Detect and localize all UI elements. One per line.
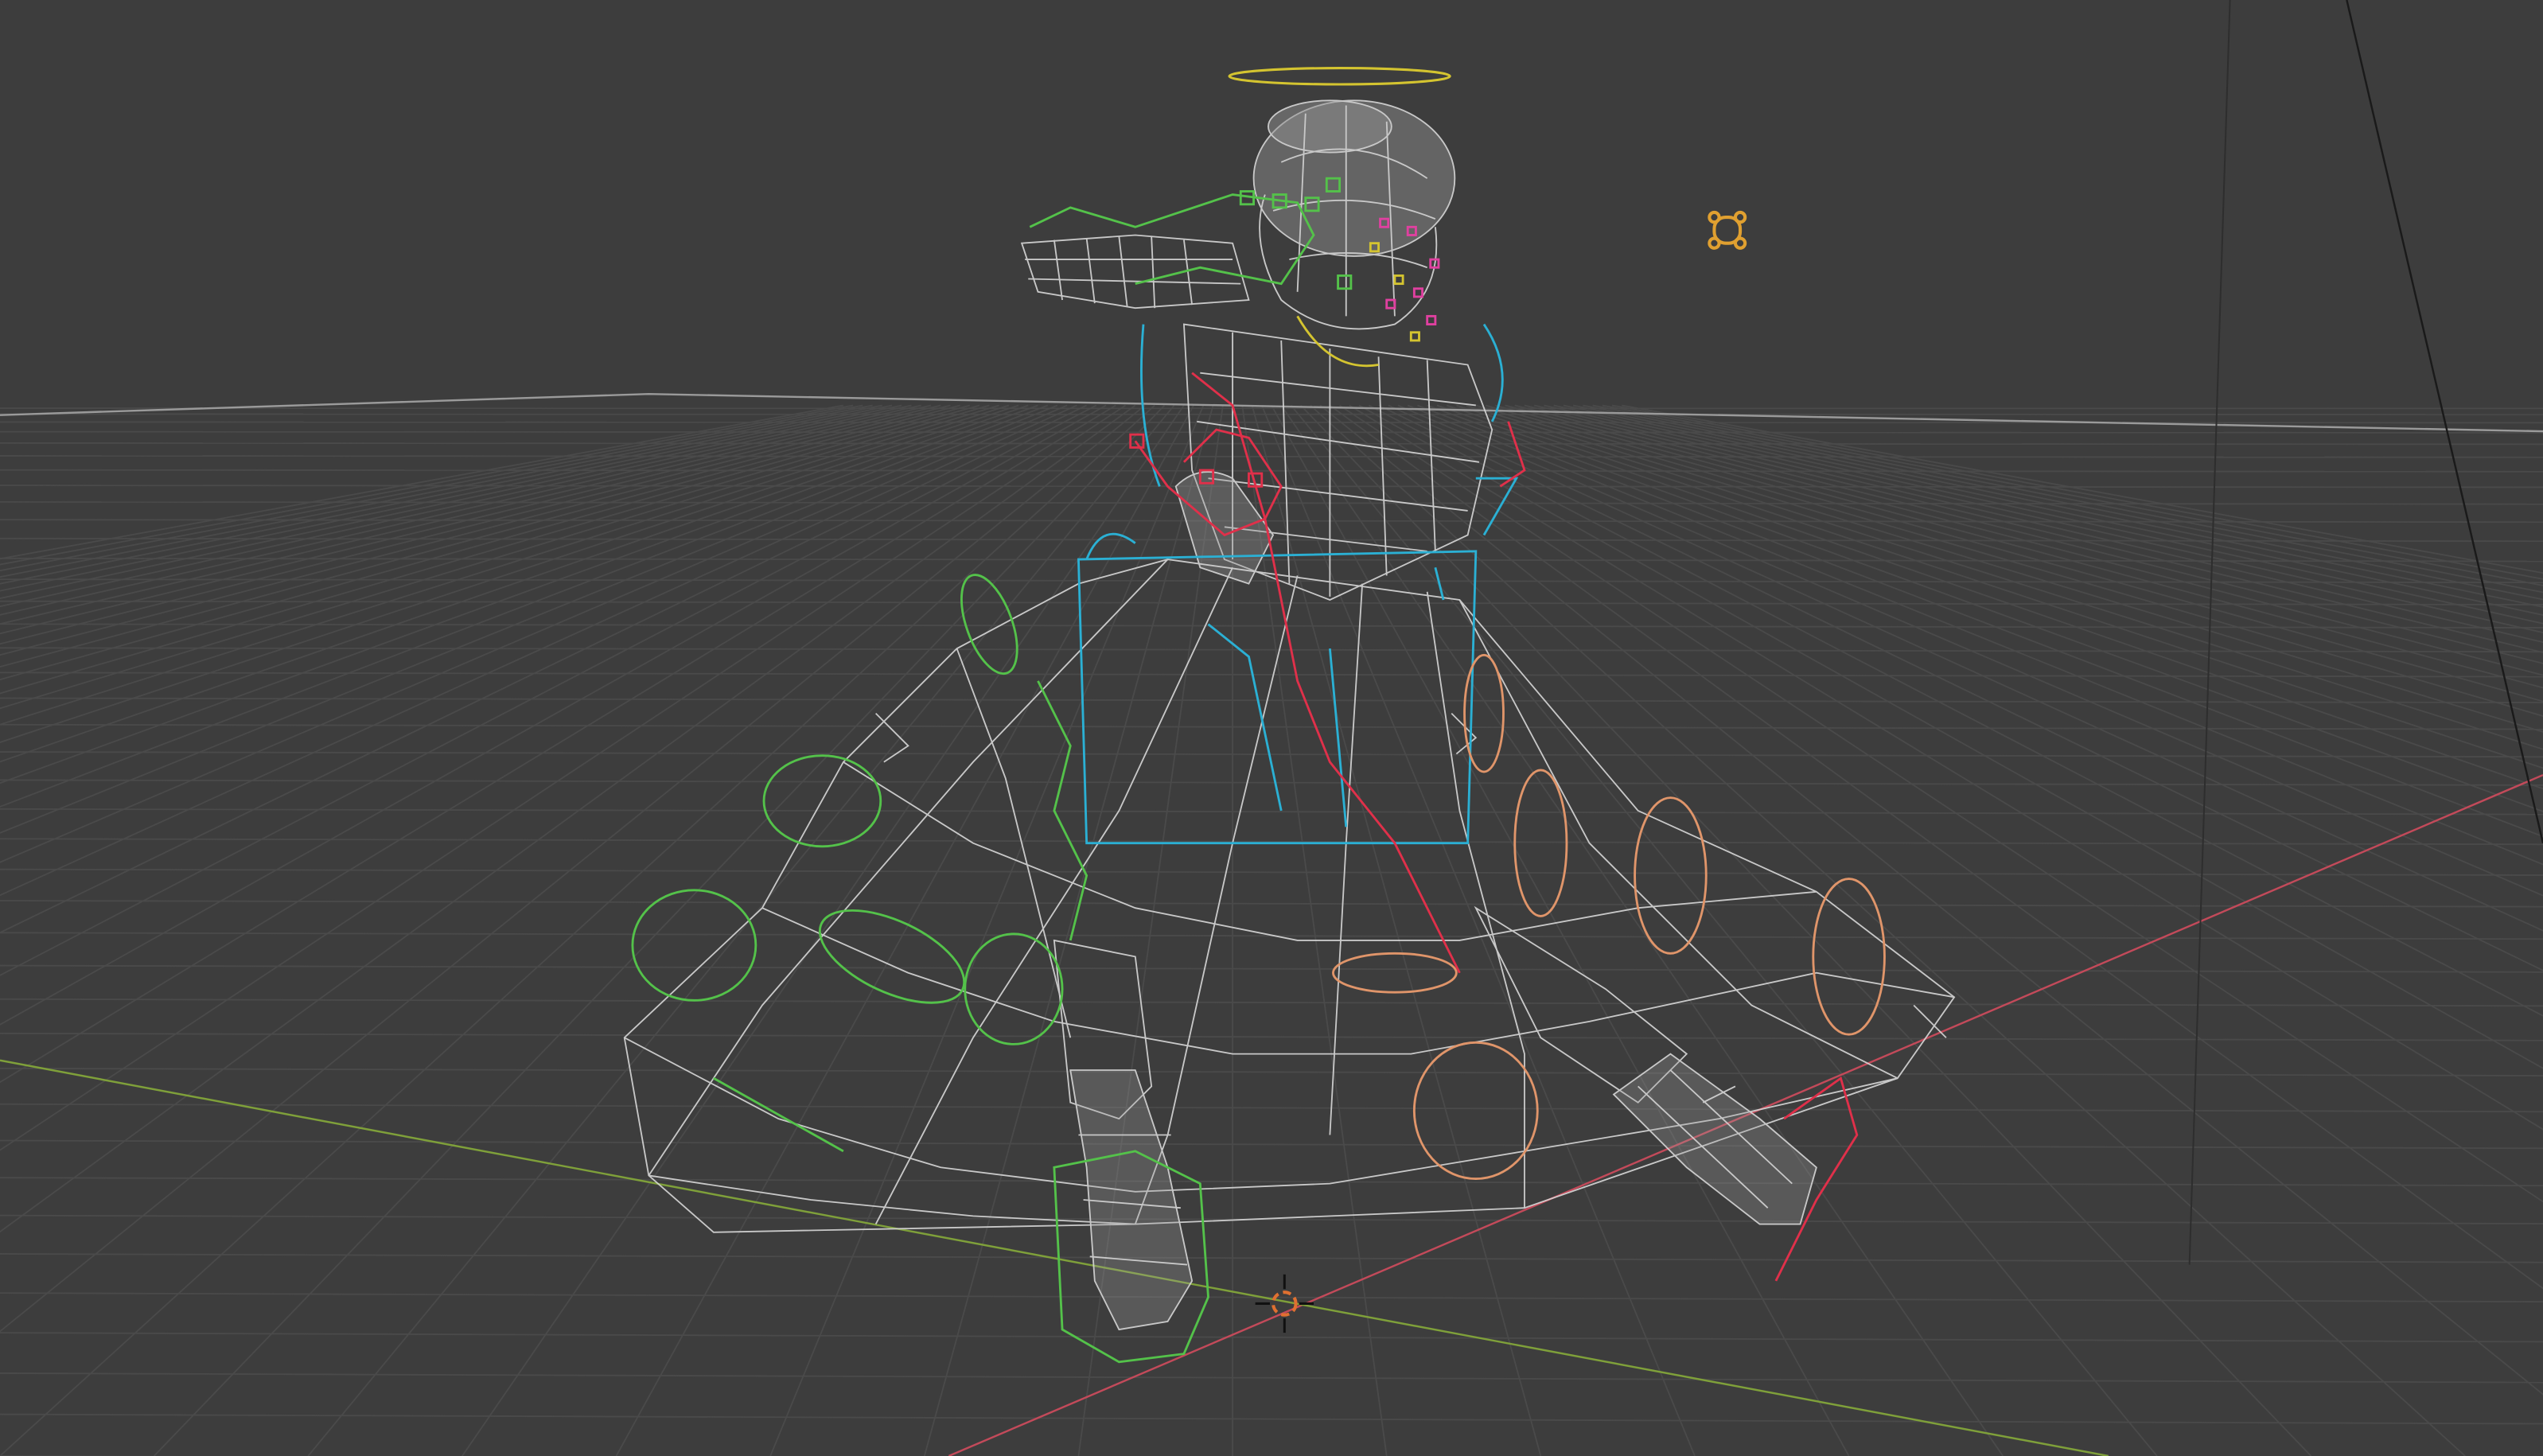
3d-viewport[interactable]: [0, 0, 2543, 1456]
viewport-canvas[interactable]: [0, 0, 2543, 1456]
grid-line: [0, 413, 2543, 415]
